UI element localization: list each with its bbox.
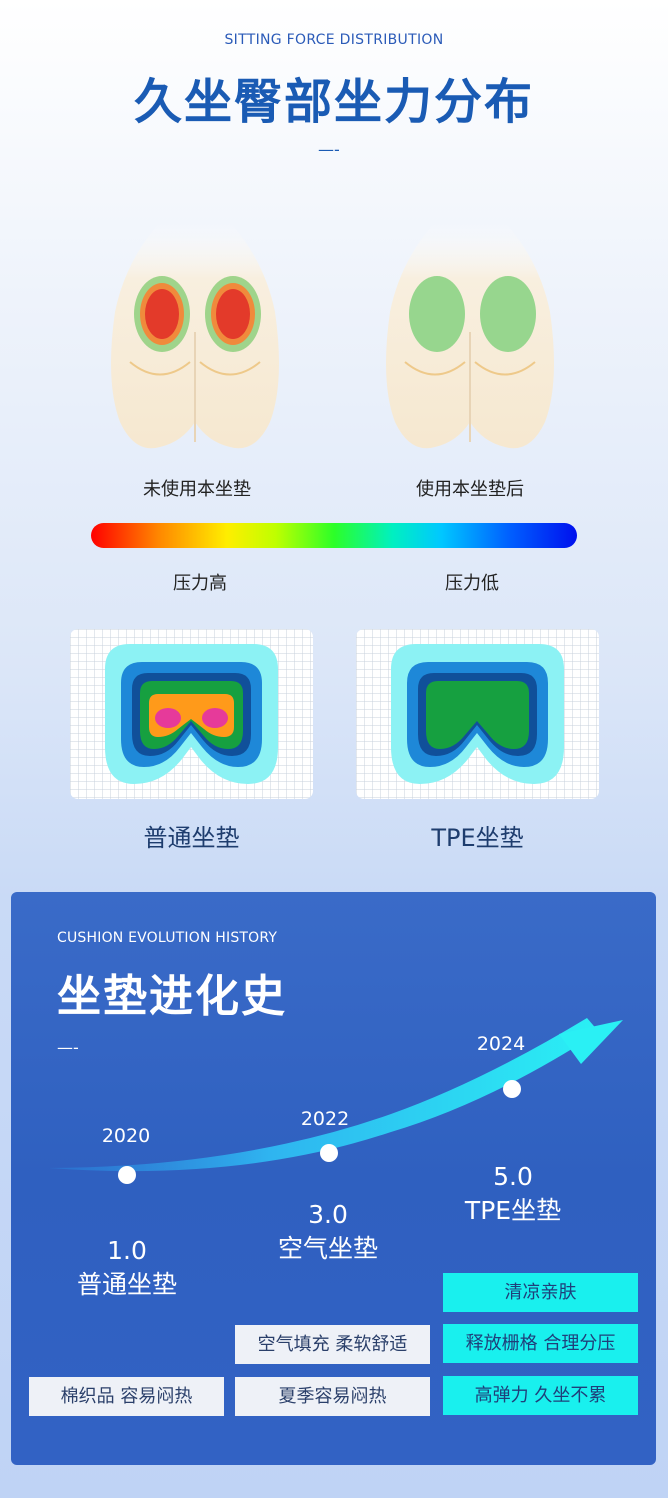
pressure-map-normal (70, 629, 313, 799)
before-label: 未使用本坐垫 (143, 479, 251, 500)
section-title: 久坐臀部坐力分布 (133, 74, 534, 130)
section-subtitle-en: SITTING FORCE DISTRIBUTION (224, 32, 444, 48)
milestone-1-version: 1.0 (107, 1236, 147, 1265)
tag-tpe-elastic: 高弹力 久坐不累 (443, 1376, 638, 1415)
pressure-map-tpe (356, 629, 599, 799)
milestone-1-name: 普通坐垫 (76, 1270, 177, 1299)
milestone-year-2020: 2020 (101, 1125, 151, 1147)
normal-cushion-label: 普通坐垫 (143, 824, 240, 852)
tag-tpe-cool: 清凉亲肤 (443, 1273, 638, 1312)
evolution-subtitle-en: CUSHION EVOLUTION HISTORY (57, 930, 278, 946)
title-divider: —- (318, 140, 340, 159)
tag-tpe-grid: 释放栅格 合理分压 (443, 1324, 638, 1363)
after-label: 使用本坐垫后 (416, 479, 524, 500)
milestone-3-name: TPE坐垫 (464, 1196, 562, 1225)
milestone-year-2024: 2024 (476, 1033, 526, 1055)
tag-air-soft: 空气填充 柔软舒适 (235, 1325, 430, 1364)
pressure-high-label: 压力高 (173, 573, 227, 594)
hip-illustration-before (90, 222, 300, 472)
evolution-title: 坐垫进化史 (57, 971, 287, 1022)
tag-cotton-hot: 棉织品 容易闷热 (29, 1377, 224, 1416)
tpe-cushion-label: TPE坐垫 (431, 824, 524, 852)
tag-air-summer: 夏季容易闷热 (235, 1377, 430, 1416)
milestone-2-name: 空气坐垫 (277, 1234, 378, 1263)
milestone-3-version: 5.0 (493, 1162, 533, 1191)
pressure-low-label: 压力低 (445, 573, 499, 594)
milestone-2-version: 3.0 (308, 1200, 348, 1229)
milestone-year-2022: 2022 (300, 1108, 350, 1130)
pressure-gradient-bar (91, 523, 577, 548)
hip-illustration-after (365, 222, 575, 472)
evolution-divider: —- (57, 1038, 79, 1057)
